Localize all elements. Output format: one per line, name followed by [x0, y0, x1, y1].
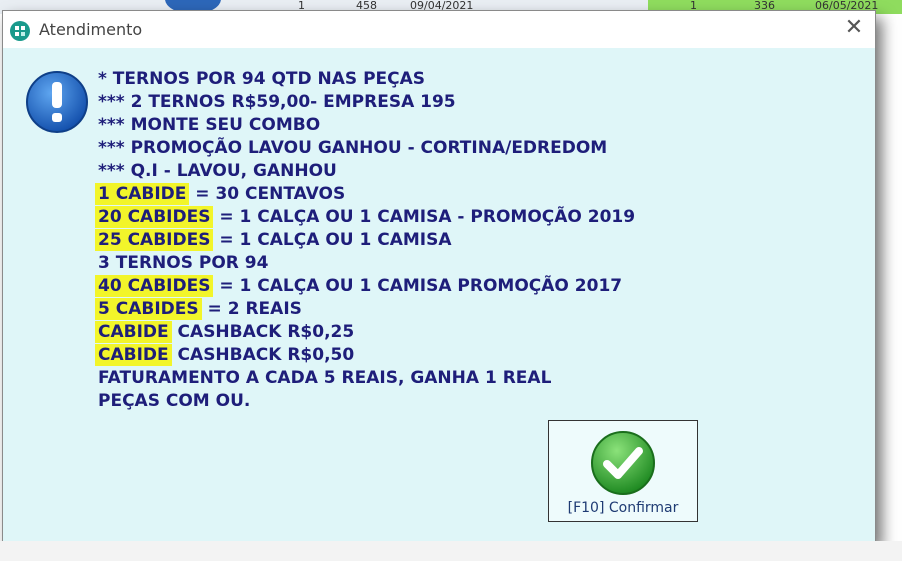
dialog-title: Atendimento: [39, 20, 143, 39]
highlighted-text: 5 CABIDES: [95, 298, 202, 320]
confirm-button-label: [F10] Confirmar: [567, 500, 679, 516]
highlighted-text: CABIDE: [95, 321, 172, 343]
title-bar[interactable]: Atendimento ✕: [3, 11, 875, 47]
message-line: *** MONTE SEU COMBO: [98, 115, 321, 135]
highlighted-text: 40 CABIDES: [95, 275, 214, 297]
confirm-button[interactable]: [F10] Confirmar: [548, 420, 698, 522]
highlighted-text: 20 CABIDES: [95, 206, 214, 228]
message-line: 40 CABIDES = 1 CALÇA OU 1 CAMISA PROMOÇÃ…: [95, 275, 635, 298]
checkmark-icon: [591, 431, 655, 495]
highlighted-text: 1 CABIDE: [95, 183, 190, 205]
message-line: PEÇAS COM OU.: [98, 391, 251, 411]
close-button[interactable]: ✕: [843, 17, 865, 39]
close-icon: ✕: [844, 15, 864, 40]
dialog-content: * TERNOS POR 94 QTD NAS PEÇAS *** 2 TERN…: [3, 48, 875, 542]
app-logo-icon: [10, 21, 30, 41]
message-line: *** 2 TERNOS R$59,00- EMPRESA 195: [98, 92, 456, 112]
highlighted-text: 25 CABIDES: [95, 229, 214, 251]
message-line: FATURAMENTO A CADA 5 REAIS, GANHA 1 REAL: [98, 368, 552, 388]
message-line: 5 CABIDES = 2 REAIS: [95, 298, 635, 321]
message-line: 1 CABIDE = 30 CENTAVOS: [95, 183, 635, 206]
message-line: 20 CABIDES = 1 CALÇA OU 1 CAMISA - PROMO…: [95, 206, 635, 229]
atendimento-dialog: Atendimento ✕ * TERNOS POR 94 QTD NAS PE…: [2, 10, 876, 543]
message-line: 25 CABIDES = 1 CALÇA OU 1 CAMISA: [95, 229, 635, 252]
message-lines: * TERNOS POR 94 QTD NAS PEÇAS *** 2 TERN…: [95, 68, 635, 413]
message-line: 3 TERNOS POR 94: [98, 253, 269, 273]
message-line: CABIDE CASHBACK R$0,25: [95, 321, 635, 344]
message-line: CABIDE CASHBACK R$0,50: [95, 344, 635, 367]
message-line: *** PROMOÇÃO LAVOU GANHOU - CORTINA/EDRE…: [98, 138, 608, 158]
message-line: * TERNOS POR 94 QTD NAS PEÇAS: [98, 69, 426, 89]
highlighted-text: CABIDE: [95, 344, 172, 366]
background-bottom-strip: [0, 541, 902, 561]
message-line: *** Q.I - LAVOU, GANHOU: [98, 161, 337, 181]
exclamation-icon: [26, 71, 88, 133]
